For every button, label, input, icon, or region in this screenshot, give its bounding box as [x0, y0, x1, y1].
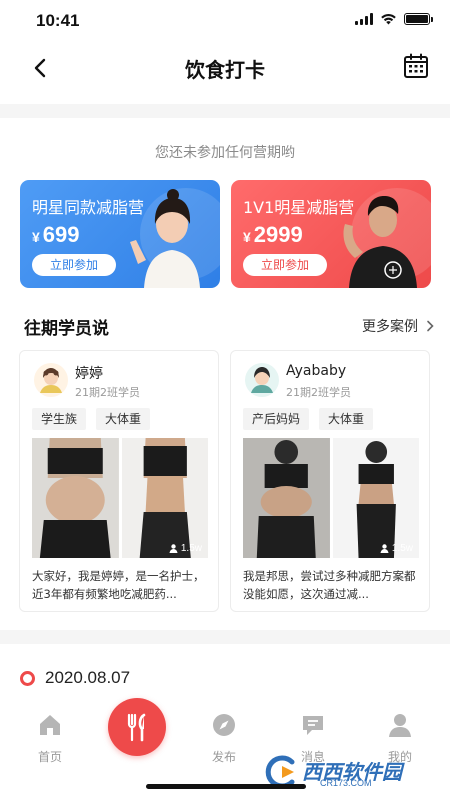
tag: 大体重: [319, 408, 374, 430]
coach-photo: [130, 188, 220, 288]
avatar: [245, 363, 279, 397]
testimonials-header: 往期学员说 更多案例: [24, 314, 434, 339]
tag: 大体重: [96, 408, 151, 430]
tab-home[interactable]: 首页: [20, 712, 80, 765]
view-count: 1.5w: [380, 543, 413, 554]
join-button[interactable]: 立即参加: [32, 254, 116, 276]
no-camp-notice: 您还未参加任何营期哟: [155, 145, 295, 161]
avatar: [34, 363, 68, 397]
divider: [0, 630, 450, 644]
status-time: 10:41: [36, 11, 80, 30]
date-marker: 2020.08.07: [20, 668, 130, 688]
student-name: 婷婷: [75, 366, 103, 382]
camp-price: ¥2999: [243, 222, 303, 247]
tag-list: 学生族 大体重: [32, 408, 151, 430]
camp-card-1v1[interactable]: 1V1明星减脂营 ¥2999 立即参加: [231, 180, 431, 288]
testimonial-card[interactable]: 婷婷 21期2班学员 学生族 大体重 1.5w 大家好，我是婷婷，是一名护士，近…: [19, 350, 219, 612]
student-name: Ayababy: [286, 363, 347, 379]
page-title: 饮食打卡: [185, 58, 265, 82]
profile-icon: [389, 714, 411, 737]
status-icons: [355, 13, 433, 25]
home-icon: [40, 715, 60, 735]
before-photo: [32, 438, 119, 558]
divider: [0, 104, 450, 118]
person-icon: [169, 544, 178, 553]
student-class: 21期2班学员: [286, 386, 351, 399]
before-after-photos: 1.5w: [243, 438, 419, 558]
compass-icon: [213, 714, 235, 736]
tab-publish[interactable]: 发布: [194, 712, 254, 765]
camp-card-star-same[interactable]: 明星同款减脂营 ¥699 立即参加: [20, 180, 220, 288]
after-photo: 1.5w: [121, 438, 208, 558]
coach-photo: [343, 188, 431, 288]
tab-diet-checkin[interactable]: [108, 698, 166, 756]
more-cases-link[interactable]: 更多案例: [362, 316, 434, 336]
calendar-icon[interactable]: [402, 52, 430, 80]
camp-price: ¥699: [32, 222, 80, 247]
student-class: 21期2班学员: [75, 386, 140, 399]
chevron-right-icon: [427, 320, 434, 332]
battery-icon: [404, 13, 433, 25]
after-photo: 1.5w: [332, 438, 419, 558]
before-photo: [243, 438, 330, 558]
person-icon: [380, 544, 389, 553]
signal-icon: [355, 13, 373, 25]
fork-knife-icon: [127, 713, 146, 742]
wifi-icon: [381, 14, 396, 25]
section-title: 往期学员说: [24, 319, 109, 339]
message-icon: [303, 716, 323, 735]
tag-list: 产后妈妈 大体重: [243, 408, 374, 430]
status-bar: 10:41: [0, 0, 450, 44]
nav-bar: 饮食打卡: [0, 44, 450, 92]
testimonial-card[interactable]: Ayababy 21期2班学员 产后妈妈 大体重 1.5w 我是邦思，尝试过多种…: [230, 350, 430, 612]
view-count: 1.5w: [169, 543, 202, 554]
tag: 学生族: [32, 408, 87, 430]
testimonial-excerpt: 我是邦思，尝试过多种减肥方案都没能如愿，这次通过减...: [243, 569, 416, 601]
tag: 产后妈妈: [243, 408, 310, 430]
testimonial-excerpt: 大家好，我是婷婷，是一名护士，近3年都有频繁地吃减肥药...: [32, 569, 205, 601]
join-button[interactable]: 立即参加: [243, 254, 327, 276]
before-after-photos: 1.5w: [32, 438, 208, 558]
timeline-dot-icon: [20, 670, 35, 686]
date-text: 2020.08.07: [45, 668, 131, 687]
home-indicator: [146, 784, 306, 789]
